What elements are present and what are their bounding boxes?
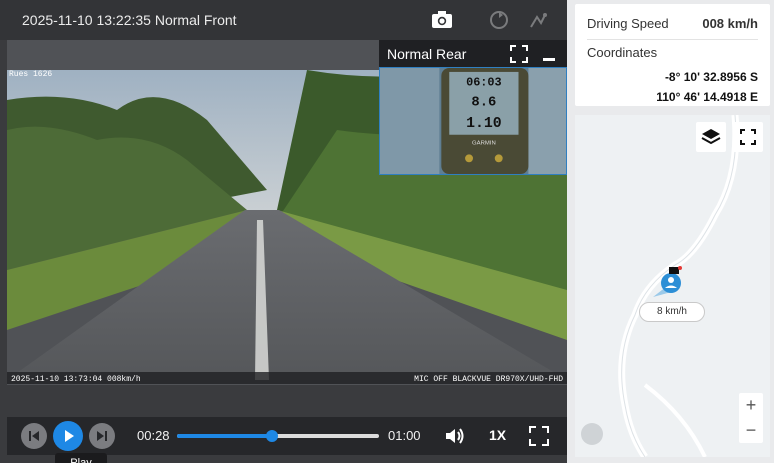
gps-brand: GARMIN	[472, 141, 496, 147]
video-title: 2025-11-10 13:22:35 Normal Front	[22, 12, 237, 28]
coordinates-label: Coordinates	[587, 45, 658, 60]
gps-speed: 8.6	[471, 95, 496, 110]
layers-button[interactable]	[696, 122, 726, 152]
map-logo-icon	[581, 423, 603, 445]
longitude-value: 110° 46' 14.4918 E	[656, 90, 758, 104]
zoom-in-button[interactable]: +	[739, 393, 763, 418]
front-corner-tag: Rues 1626	[9, 70, 52, 79]
play-tooltip: Play	[55, 453, 107, 463]
minimize-icon[interactable]	[543, 58, 555, 61]
map-fullscreen-button[interactable]	[733, 122, 763, 152]
next-button[interactable]	[89, 423, 115, 449]
current-time: 00:28	[137, 428, 170, 443]
gps-time: 06:03	[466, 76, 502, 90]
vehicle-marker-icon[interactable]	[645, 265, 685, 305]
dashcam-viewer: 2025-11-10 13:22:35 Normal Front Rues 16…	[0, 0, 774, 463]
seek-bar[interactable]	[177, 430, 379, 442]
volume-icon[interactable]	[443, 425, 465, 447]
speed-label: Driving Speed	[587, 16, 669, 31]
previous-button[interactable]	[21, 423, 47, 449]
fullscreen-icon[interactable]	[509, 44, 529, 64]
rear-header: Normal Rear	[379, 40, 567, 67]
latitude-value: -8° 10' 32.8956 S	[664, 70, 758, 84]
speed-row: Driving Speed 008 km/h	[587, 16, 758, 40]
seek-handle[interactable]	[265, 430, 278, 442]
camera-icon[interactable]	[430, 9, 454, 31]
fullscreen-icon	[740, 129, 756, 145]
front-device: MIC OFF BLACKVUE DR970X/UHD-FHD	[414, 375, 563, 384]
player-controls: 00:28 01:00 1X	[7, 417, 567, 455]
playback-rate[interactable]: 1X	[489, 427, 506, 443]
switch-icon[interactable]	[488, 9, 510, 31]
layers-icon	[701, 129, 721, 145]
telemetry-card: Driving Speed 008 km/h Coordinates -8° 1…	[575, 4, 770, 106]
video-header: 2025-11-10 13:22:35 Normal Front	[0, 0, 567, 40]
skip-back-icon	[29, 431, 39, 441]
play-icon	[65, 430, 74, 442]
layout-icon[interactable]	[528, 9, 550, 31]
total-time: 01:00	[388, 428, 421, 443]
video-pane: 2025-11-10 13:22:35 Normal Front Rues 16…	[0, 0, 567, 463]
zoom-control: + −	[739, 393, 763, 443]
rear-label: Normal Rear	[387, 46, 467, 62]
route-map[interactable]: 8 km/h + −	[575, 115, 770, 457]
fullscreen-icon[interactable]	[528, 425, 550, 447]
rear-camera-panel: Normal Rear 06:03 8.6 1.10 GARMIN	[379, 40, 567, 175]
rear-camera-view[interactable]: 06:03 8.6 1.10 GARMIN	[379, 67, 567, 175]
front-timestamp: 2025-11-10 13:73:04 008km/h	[11, 375, 141, 384]
skip-forward-icon	[97, 431, 107, 441]
zoom-out-button[interactable]: −	[739, 418, 763, 443]
video-area[interactable]: Rues 1626 2025-11-10 13:73:04 008km/h MI…	[7, 40, 567, 385]
speed-value: 008 km/h	[702, 16, 758, 31]
seek-progress	[177, 434, 272, 438]
play-button[interactable]	[53, 421, 83, 451]
map-speed-label: 8 km/h	[639, 302, 705, 322]
gps-distance: 1.10	[466, 116, 502, 132]
